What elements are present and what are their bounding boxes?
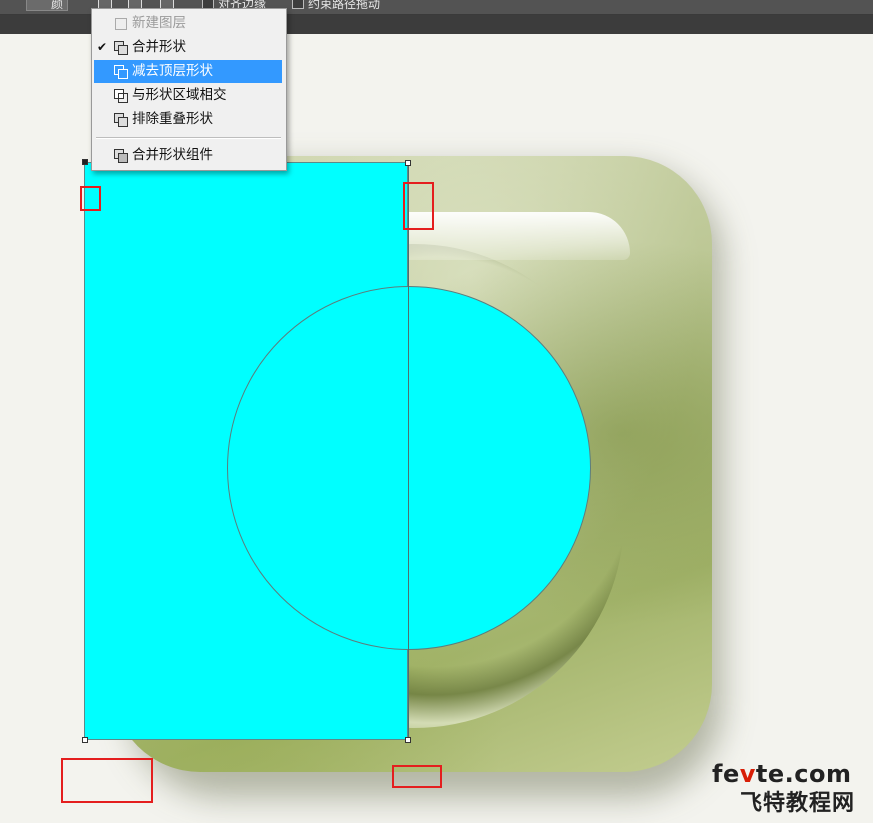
exclude-overlap-icon bbox=[114, 113, 128, 127]
menu-separator bbox=[96, 137, 281, 139]
check-mark-icon: ✔ bbox=[97, 40, 108, 54]
new-layer-icon bbox=[114, 17, 127, 30]
rectangle-path-edge bbox=[408, 162, 409, 740]
highlight-box-top-right bbox=[403, 182, 434, 230]
menu-item-combine-shapes[interactable]: ✔ 合并形状 bbox=[94, 36, 282, 59]
color-swatch-button[interactable]: 颜 bbox=[26, 0, 68, 11]
anchor-point-top-left[interactable] bbox=[82, 159, 88, 165]
watermark-site-name: 飞特教程网 bbox=[740, 791, 856, 816]
menu-item-new-layer[interactable]: 新建图层 bbox=[94, 12, 282, 35]
combine-shapes-icon bbox=[114, 41, 128, 55]
anchor-point-top-right[interactable] bbox=[405, 160, 411, 166]
menu-item-intersect-shape-areas[interactable]: 与形状区域相交 bbox=[94, 84, 282, 107]
anchor-point-bottom-right[interactable] bbox=[405, 737, 411, 743]
constrain-path-checkbox[interactable] bbox=[292, 0, 304, 9]
watermark-url: fevte.com bbox=[712, 760, 852, 788]
path-operations-menu: 新建图层 ✔ 合并形状 减去顶层形状 与形状区域相交 排除重叠形状 合并形状组件 bbox=[91, 8, 287, 171]
subtract-front-shape-icon bbox=[114, 65, 128, 79]
color-label: 颜 bbox=[51, 0, 64, 11]
menu-item-subtract-front-shape[interactable]: 减去顶层形状 bbox=[94, 60, 282, 83]
highlight-box-bottom-left bbox=[61, 758, 153, 803]
intersect-shapes-icon bbox=[114, 89, 128, 103]
menu-item-merge-shape-components[interactable]: 合并形状组件 bbox=[94, 144, 282, 167]
merge-components-icon bbox=[114, 149, 128, 163]
highlight-box-bottom-right bbox=[392, 765, 442, 788]
highlight-box-top-left bbox=[80, 186, 101, 211]
ellipse-shape[interactable] bbox=[227, 286, 591, 650]
constrain-path-label: 约束路径拖动 bbox=[308, 0, 381, 11]
anchor-point-bottom-left[interactable] bbox=[82, 737, 88, 743]
menu-item-exclude-overlapping-shapes[interactable]: 排除重叠形状 bbox=[94, 108, 282, 131]
